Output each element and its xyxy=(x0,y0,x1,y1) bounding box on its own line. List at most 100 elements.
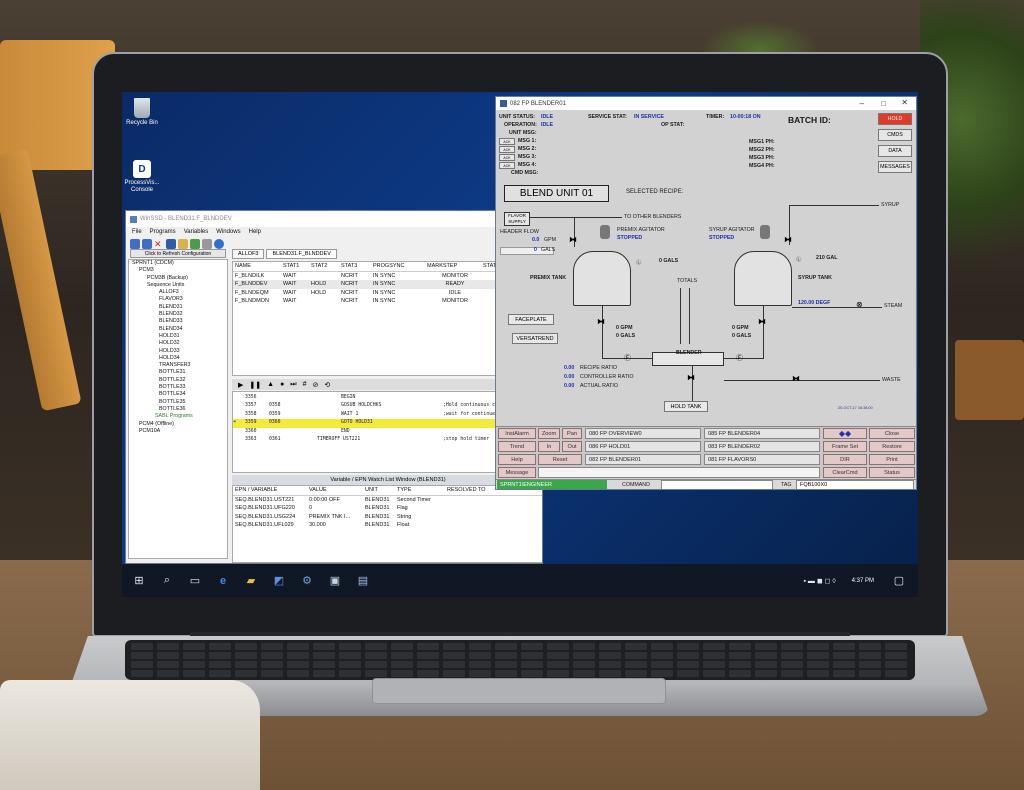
chart-icon[interactable] xyxy=(190,239,200,249)
close-button[interactable]: Close xyxy=(869,428,915,439)
folder-icon[interactable] xyxy=(178,239,188,249)
tag-field[interactable]: FQB100X0 xyxy=(796,480,914,489)
pump-valve-icon[interactable]: ⧓ xyxy=(597,317,605,326)
tree-item[interactable]: SPRNT1 (CDCM) xyxy=(129,260,227,267)
nav-hold01[interactable]: 086 FP HOLD01 xyxy=(585,441,701,452)
nav-flavors[interactable]: 081 FP FLAVORS0 xyxy=(704,454,820,465)
save-icon[interactable] xyxy=(166,239,176,249)
table-row[interactable]: SEQ.BLEND31.UFL029 30.000 BLEND31 Float xyxy=(233,521,542,530)
desktop-icon-recycle-bin[interactable]: Recycle Bin xyxy=(122,98,164,127)
chart-app-icon[interactable]: ◩ xyxy=(268,570,290,592)
file-explorer-icon[interactable]: ▰ xyxy=(240,570,262,592)
data-button[interactable]: DATA xyxy=(878,145,912,157)
tree-item[interactable]: PCM10A xyxy=(129,428,227,435)
table-row[interactable]: SEQ.BLEND31.UST221 0:00:00 OFF BLEND31 S… xyxy=(233,496,542,505)
menu-programs[interactable]: Programs xyxy=(150,229,176,235)
tree-item[interactable]: BLEND31 xyxy=(129,304,227,311)
clock-time[interactable]: 4:37 PM xyxy=(852,578,874,584)
tree-item[interactable]: HOLD33 xyxy=(129,348,227,355)
instalarm-button[interactable]: InstAlarm xyxy=(498,428,536,439)
out-button[interactable]: Out xyxy=(562,441,582,452)
frame-set-button[interactable]: Frame Set xyxy=(823,441,867,452)
zoom-button[interactable]: Zoom xyxy=(538,428,560,439)
ack-button[interactable]: ACK xyxy=(499,162,515,169)
message-input[interactable] xyxy=(538,467,820,478)
tree-item[interactable]: FLAVOR3 xyxy=(129,296,227,303)
hold-button[interactable]: HOLD xyxy=(878,113,912,125)
menu-windows[interactable]: Windows xyxy=(216,229,240,235)
help-icon[interactable] xyxy=(214,239,224,249)
tree-item[interactable]: HOLD31 xyxy=(129,333,227,340)
in-button[interactable]: In xyxy=(538,441,560,452)
tree-item[interactable]: HOLD34 xyxy=(129,355,227,362)
valve-icon[interactable]: ⧓ xyxy=(569,235,577,244)
open-icon[interactable] xyxy=(130,239,140,249)
tree-item[interactable]: BOTTLE34 xyxy=(129,391,227,398)
tray-icons[interactable]: ▪ ▬ ◼ ◻ ◊ xyxy=(796,570,844,592)
pump-valve-icon[interactable]: ⧓ xyxy=(758,317,766,326)
process-titlebar[interactable]: 082 FP BLENDER01 – □ ✕ xyxy=(496,97,916,110)
ack-button[interactable]: ACK xyxy=(499,146,515,153)
steam-valve-icon[interactable]: ⊗ xyxy=(856,300,863,309)
tree-item[interactable]: BOTTLE33 xyxy=(129,384,227,391)
hold-tank-button[interactable]: HOLD TANK xyxy=(664,401,708,412)
tree-item[interactable]: ALLOF3 xyxy=(129,289,227,296)
process-app-icon[interactable]: ▣ xyxy=(324,570,346,592)
ack-button[interactable]: ACK xyxy=(499,138,515,145)
refresh-configuration-button[interactable]: Click to Refresh Configuration xyxy=(130,249,226,258)
tab-allof3[interactable]: ALLOF3 xyxy=(232,249,265,259)
tree-item[interactable]: SABL Programs xyxy=(129,413,227,420)
breakpoint-icon[interactable]: # xyxy=(303,381,307,388)
faceplate-button[interactable]: FACEPLATE xyxy=(508,314,554,325)
table-row[interactable]: SEQ.BLEND31.UFG220 0 BLEND31 Flag xyxy=(233,504,542,513)
search-icon[interactable]: ⌕ xyxy=(156,570,178,592)
windows-start-icon[interactable]: ⊞ xyxy=(128,570,150,592)
tree-item[interactable]: BOTTLE31 xyxy=(129,369,227,376)
maximize-icon[interactable]: □ xyxy=(881,99,886,108)
command-input[interactable] xyxy=(661,480,773,489)
nav-blender01[interactable]: 082 FP BLENDER01 xyxy=(585,454,701,465)
versatrend-button[interactable]: VERSATREND xyxy=(512,333,558,344)
notifications-icon[interactable]: ▢ xyxy=(888,570,910,592)
tree-item[interactable]: BOTTLE35 xyxy=(129,399,227,406)
menu-file[interactable]: File xyxy=(132,229,142,235)
cmds-button[interactable]: CMDS xyxy=(878,129,912,141)
tree-item[interactable]: BOTTLE36 xyxy=(129,406,227,413)
message-button[interactable]: Message xyxy=(498,467,536,478)
reset-button[interactable]: Reset xyxy=(538,454,582,465)
waste-valve-icon[interactable]: ⧓ xyxy=(792,374,800,383)
pan-button[interactable]: Pan xyxy=(562,428,582,439)
nav-overview[interactable]: 080 FP OVERVIEW0 xyxy=(585,428,701,439)
tree-item[interactable]: BLEND33 xyxy=(129,318,227,325)
tree-item[interactable]: BLEND34 xyxy=(129,326,227,333)
stop-icon[interactable]: ● xyxy=(280,381,284,388)
cancel-icon[interactable]: ⊘ xyxy=(313,381,319,389)
nav-blender04[interactable]: 085 FP BLENDER04 xyxy=(704,428,820,439)
close-icon[interactable]: ✕ xyxy=(901,98,908,107)
pause-icon[interactable]: ❚❚ xyxy=(249,381,261,389)
messages-button[interactable]: MESSAGES xyxy=(878,161,912,173)
connect-icon[interactable] xyxy=(142,239,152,249)
tab-blend31[interactable]: BLEND31.F_BLNDDEV xyxy=(266,249,337,259)
tree-item[interactable]: BLEND32 xyxy=(129,311,227,318)
tree-item[interactable]: BOTTLE32 xyxy=(129,377,227,384)
tree-item[interactable]: TRANSFER3 xyxy=(129,362,227,369)
tree-item[interactable]: PCM3 xyxy=(129,267,227,274)
valve-icon[interactable]: ⧓ xyxy=(687,373,695,382)
print-icon[interactable] xyxy=(202,239,212,249)
nav-blender02[interactable]: 083 FP BLENDER02 xyxy=(704,441,820,452)
task-view-icon[interactable]: ▭ xyxy=(184,570,206,592)
settings-app-icon[interactable]: ⚙ xyxy=(296,570,318,592)
restore-button[interactable]: Restore xyxy=(869,441,915,452)
nav-arrows-icon[interactable]: ◆◆ xyxy=(823,428,867,439)
delete-icon[interactable]: ✕ xyxy=(154,239,164,249)
help-button[interactable]: Help xyxy=(498,454,536,465)
step-icon[interactable]: ⏭ xyxy=(290,381,296,389)
status-button[interactable]: Status xyxy=(869,467,915,478)
tree-item[interactable]: Sequence Units xyxy=(129,282,227,289)
warning-icon[interactable]: ▲ xyxy=(267,381,274,388)
tree-item[interactable]: PCM4 (Offline) xyxy=(129,421,227,428)
clearcmd-button[interactable]: ClearCmd xyxy=(823,467,867,478)
tree-item[interactable]: HOLD32 xyxy=(129,340,227,347)
document-app-icon[interactable]: ▤ xyxy=(352,570,374,592)
